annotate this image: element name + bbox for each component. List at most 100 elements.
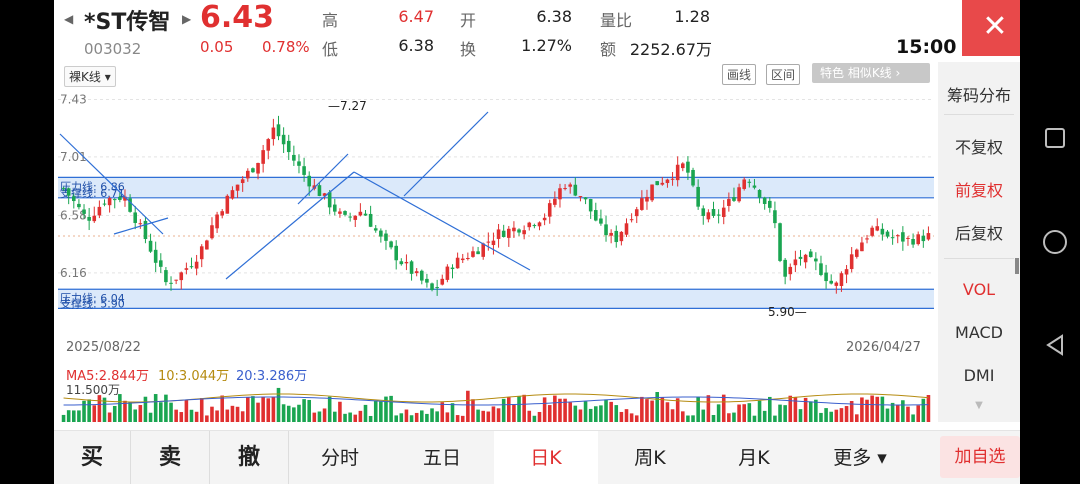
vol-indicator-button[interactable]: VOL bbox=[938, 280, 1020, 299]
volume-bar bbox=[645, 399, 649, 422]
volume-chart[interactable] bbox=[58, 384, 934, 422]
volume-bar bbox=[148, 412, 153, 422]
next-stock-icon[interactable]: ▶ bbox=[182, 12, 191, 26]
candle-body bbox=[240, 179, 245, 184]
chip-distribution-button[interactable]: 筹码分布 bbox=[938, 82, 1020, 106]
volume-bar bbox=[895, 404, 900, 422]
volume-bar bbox=[281, 404, 286, 422]
panel-scrollbar[interactable] bbox=[1015, 258, 1019, 274]
price-change: 0.05 bbox=[200, 38, 234, 56]
volume-bar bbox=[727, 413, 731, 422]
volume-bar bbox=[286, 405, 291, 422]
amount-label: 额 bbox=[600, 40, 617, 59]
volume-bar bbox=[655, 392, 659, 422]
candle-body bbox=[61, 187, 66, 189]
range-button[interactable]: 区间 bbox=[766, 64, 801, 85]
dmi-indicator-button[interactable]: DMI bbox=[938, 366, 1020, 385]
cancel-order-button[interactable]: 撤 bbox=[210, 431, 288, 484]
candle-body bbox=[266, 139, 271, 151]
candle-body bbox=[583, 197, 588, 200]
volume-bar bbox=[271, 396, 276, 422]
divider bbox=[944, 258, 1014, 259]
candle-body bbox=[885, 231, 890, 237]
candle-body bbox=[235, 184, 240, 191]
tab-intraday[interactable]: 分时 bbox=[290, 431, 390, 484]
volume-bar bbox=[363, 404, 368, 422]
volume-bar bbox=[691, 415, 695, 422]
volume-bar bbox=[343, 413, 347, 422]
candle-body bbox=[517, 229, 521, 233]
candle-body bbox=[537, 222, 542, 227]
forward-adjust-button[interactable]: 前复权 bbox=[938, 177, 1020, 201]
candle-body bbox=[834, 282, 839, 286]
volume-bar bbox=[368, 415, 373, 422]
candle-body bbox=[706, 212, 711, 220]
volume-bar bbox=[220, 395, 224, 422]
recent-apps-icon[interactable] bbox=[1045, 128, 1065, 148]
tab-more[interactable]: 更多 ▾ bbox=[806, 431, 914, 484]
vol-ratio-label: 量比 bbox=[600, 11, 633, 30]
buy-button[interactable]: 买 bbox=[54, 431, 130, 484]
similar-kline-button[interactable]: 特色 相似K线 › bbox=[812, 63, 930, 83]
candle-body bbox=[455, 257, 460, 269]
candle-body bbox=[686, 161, 690, 173]
candle-body bbox=[159, 260, 163, 267]
volume-bar bbox=[358, 410, 363, 422]
candle-body bbox=[675, 164, 680, 181]
back-icon[interactable] bbox=[1044, 334, 1066, 356]
tab-monthly-k[interactable]: 月K bbox=[702, 431, 806, 484]
volume-bar bbox=[885, 408, 890, 422]
candle-body bbox=[281, 134, 286, 145]
candle-body bbox=[727, 199, 731, 206]
candle-body bbox=[711, 208, 716, 216]
candle-body bbox=[747, 181, 752, 183]
candle-body bbox=[681, 163, 685, 169]
macd-indicator-button[interactable]: MACD bbox=[938, 323, 1020, 342]
candle-body bbox=[118, 196, 122, 200]
candle-body bbox=[901, 232, 905, 242]
volume-bar bbox=[430, 408, 434, 422]
home-icon[interactable] bbox=[1043, 230, 1067, 254]
candle-body bbox=[926, 233, 931, 240]
volume-bar bbox=[276, 387, 281, 422]
candle-body bbox=[143, 220, 148, 240]
candle-body bbox=[189, 266, 194, 268]
candle-body bbox=[399, 261, 404, 265]
tab-weekly-k[interactable]: 周K bbox=[598, 431, 702, 484]
draw-line-button[interactable]: 画线 bbox=[722, 64, 757, 85]
volume-bar bbox=[128, 402, 132, 422]
prev-stock-icon[interactable]: ◀ bbox=[64, 12, 73, 26]
volume-bar bbox=[768, 396, 772, 422]
tab-five-day[interactable]: 五日 bbox=[390, 431, 494, 484]
candle-body bbox=[645, 196, 649, 202]
sell-button[interactable]: 卖 bbox=[131, 431, 209, 484]
volume-bar bbox=[496, 408, 501, 422]
volume-bar bbox=[205, 415, 209, 422]
candle-body bbox=[568, 184, 572, 187]
scroll-down-icon[interactable]: ▼ bbox=[938, 400, 1020, 411]
low-marker: 5.90— bbox=[768, 305, 807, 319]
volume-bar bbox=[333, 411, 337, 422]
candle-body bbox=[619, 231, 624, 242]
start-date: 2025/08/22 bbox=[66, 340, 141, 355]
volume-bar bbox=[455, 415, 460, 422]
tab-daily-k[interactable]: 日K bbox=[494, 431, 598, 484]
volume-bar bbox=[814, 399, 818, 422]
volume-bar bbox=[716, 404, 721, 422]
candle-body bbox=[829, 280, 833, 284]
volume-bar bbox=[742, 404, 746, 422]
volume-bar bbox=[507, 397, 511, 422]
candle-body bbox=[629, 219, 634, 221]
end-date: 2026/04/27 bbox=[846, 340, 921, 355]
backward-adjust-button[interactable]: 后复权 bbox=[938, 220, 1020, 244]
kline-chart[interactable]: 7.437.016.586.16压力线: 6.86支撑线: 6.71压力线: 6… bbox=[58, 84, 934, 334]
volume-bar bbox=[532, 415, 537, 422]
candle-body bbox=[251, 168, 255, 173]
high-marker: —7.27 bbox=[328, 99, 367, 113]
no-adjust-button[interactable]: 不复权 bbox=[938, 134, 1020, 158]
volume-bar bbox=[481, 410, 485, 422]
add-favorite-button[interactable]: 加自选 bbox=[940, 436, 1020, 478]
volume-bar bbox=[215, 410, 219, 422]
candle-body bbox=[788, 266, 793, 275]
close-button[interactable]: ✕ bbox=[962, 0, 1020, 56]
